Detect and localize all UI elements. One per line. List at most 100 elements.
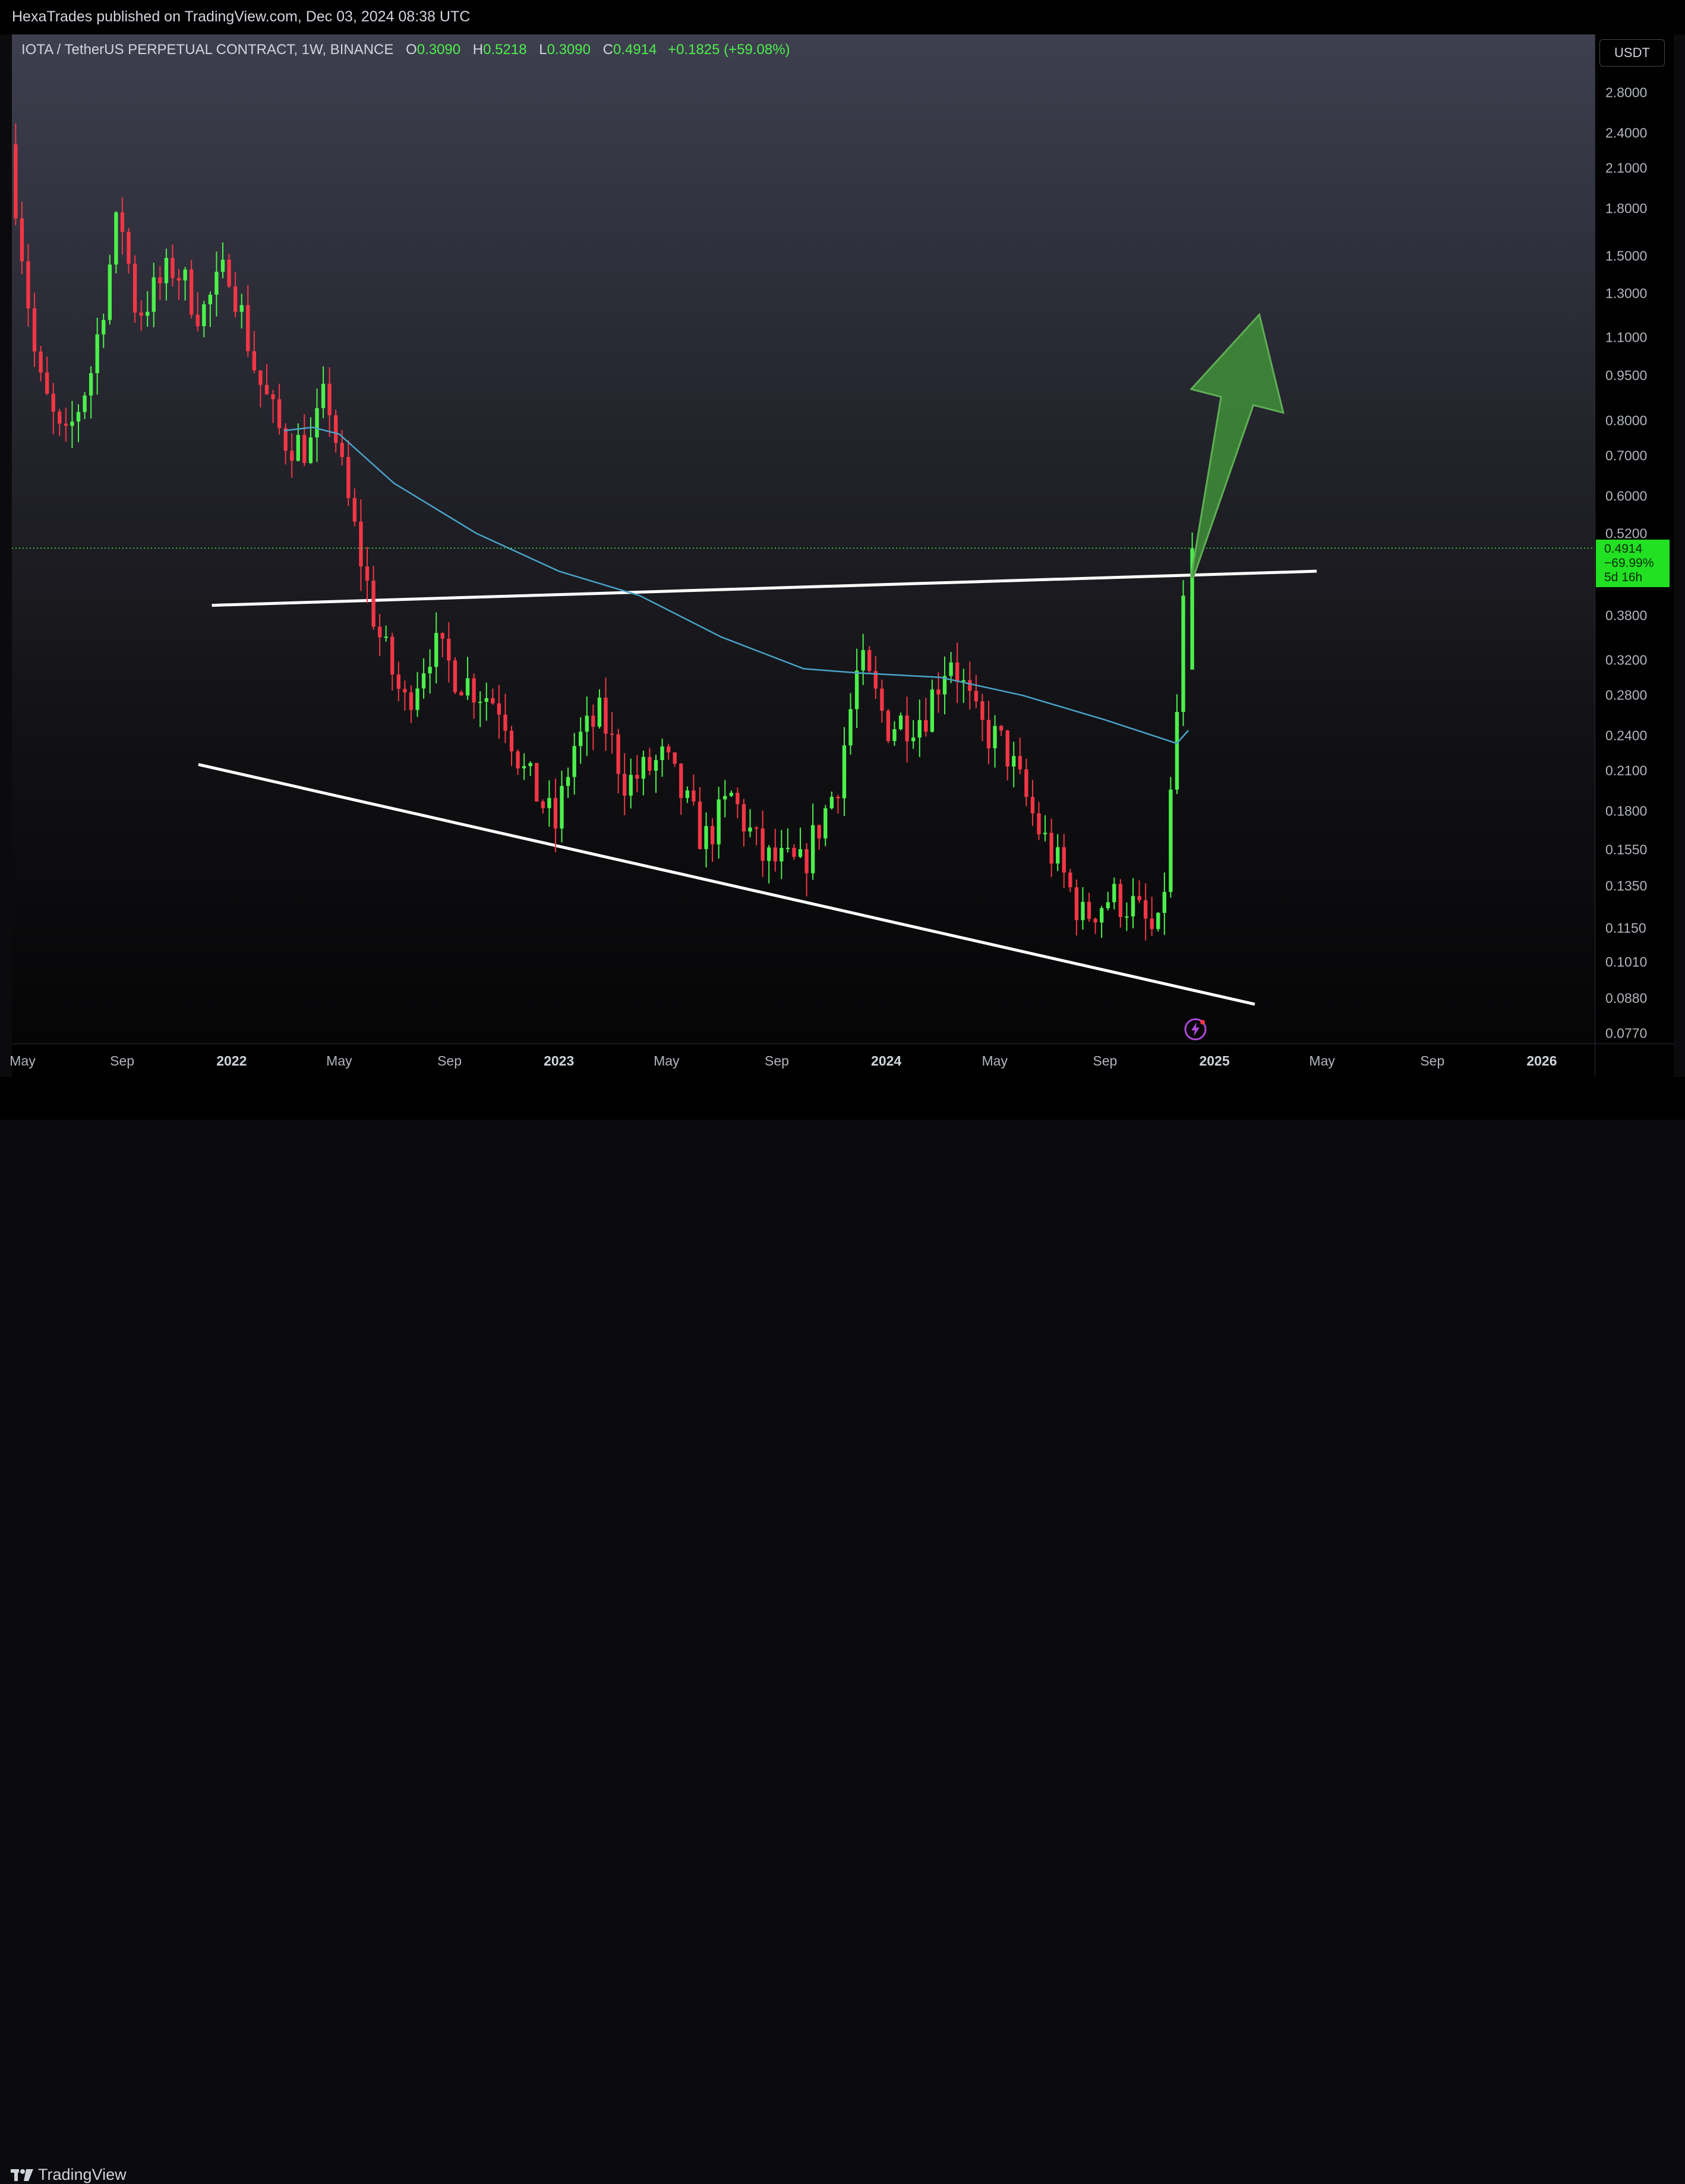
- candle-body: [20, 218, 24, 261]
- candle-body: [836, 796, 840, 799]
- candle-body: [290, 450, 294, 461]
- candle-body: [258, 370, 263, 385]
- candle-body: [566, 777, 570, 786]
- candle-body: [741, 804, 746, 832]
- candle-body: [233, 286, 238, 312]
- time-tick: May: [326, 1053, 352, 1069]
- low-value: 0.3090: [547, 42, 591, 58]
- candle-body: [465, 678, 470, 696]
- time-tick: May: [982, 1053, 1008, 1069]
- candle-body: [264, 385, 269, 395]
- candle-body: [1162, 891, 1166, 913]
- candle-body: [491, 698, 495, 704]
- candle-body: [823, 808, 828, 839]
- candle-body: [453, 660, 457, 692]
- time-tick: Sep: [765, 1053, 789, 1069]
- candle-body: [315, 408, 319, 438]
- candle-body: [1030, 797, 1035, 814]
- candle-body: [591, 716, 595, 727]
- price-chart[interactable]: [12, 34, 1595, 1044]
- candle-body: [604, 697, 608, 734]
- currency-button[interactable]: USDT: [1599, 39, 1665, 67]
- candle-body: [936, 689, 941, 695]
- candle-body: [39, 351, 43, 373]
- candle-body: [371, 581, 376, 627]
- tradingview-logo-icon: [11, 2169, 33, 2181]
- candle-body: [171, 257, 175, 278]
- candle-body: [283, 428, 288, 451]
- candle-body: [736, 792, 740, 805]
- candle-body: [767, 847, 771, 861]
- lightning-bolt-icon[interactable]: [1184, 1017, 1207, 1041]
- candle-body: [848, 709, 853, 746]
- tradingview-brand[interactable]: TradingView: [11, 2166, 127, 2184]
- price-tick: 0.6000: [1605, 488, 1648, 503]
- candle-body: [89, 373, 93, 396]
- time-scale[interactable]: [12, 1044, 1595, 1077]
- candle-body: [585, 716, 589, 732]
- candle-body: [64, 423, 68, 426]
- chart-area[interactable]: IOTA / TetherUS PERPETUAL CONTRACT, 1W, …: [12, 34, 1595, 1044]
- candle-body: [698, 801, 702, 849]
- price-tick: 1.1000: [1605, 329, 1648, 345]
- candle-body: [390, 636, 395, 675]
- candle-body: [440, 633, 444, 639]
- candle-body: [472, 678, 476, 703]
- candle-body: [1074, 887, 1079, 921]
- candle-body: [867, 650, 872, 672]
- price-tick: 0.3800: [1605, 607, 1648, 623]
- price-tick: 0.3200: [1605, 652, 1648, 668]
- candle-body: [327, 383, 332, 415]
- candle-body: [271, 394, 275, 399]
- candle-body: [214, 272, 219, 295]
- high-label: H: [472, 42, 484, 58]
- candle-body: [842, 745, 847, 799]
- price-tick: 0.9500: [1605, 367, 1648, 383]
- symbol-legend[interactable]: IOTA / TetherUS PERPETUAL CONTRACT, 1W, …: [21, 42, 790, 58]
- candle-body: [183, 269, 187, 281]
- candle-body: [132, 263, 137, 313]
- candle-body: [692, 790, 696, 802]
- candle-body: [949, 662, 953, 676]
- symbol-name[interactable]: IOTA / TetherUS PERPETUAL CONTRACT, 1W, …: [21, 42, 393, 58]
- candle-body: [434, 633, 438, 667]
- candle-body: [993, 726, 997, 749]
- candle-body: [120, 212, 125, 232]
- candle-body: [127, 232, 131, 264]
- candle-body: [955, 662, 960, 682]
- current-price-label: 0.4914 −69.99% 5d 16h: [1596, 540, 1670, 588]
- price-tick: 1.3000: [1605, 285, 1648, 301]
- candle-body: [761, 828, 765, 861]
- candle-body: [246, 305, 250, 351]
- candle-body: [95, 334, 99, 373]
- candle-body: [409, 692, 414, 710]
- footer: TradingView: [0, 1077, 1685, 2183]
- candle-body: [804, 849, 809, 874]
- price-tick: 0.8000: [1605, 412, 1648, 428]
- candle-body: [754, 827, 759, 829]
- open-label: O: [406, 42, 417, 58]
- candle-body: [704, 825, 708, 849]
- moving-average-line: [284, 426, 1189, 745]
- candle-body: [208, 294, 213, 305]
- candle-body: [898, 715, 903, 730]
- candle-body: [396, 674, 401, 689]
- brand-name: TradingView: [38, 2166, 127, 2183]
- candle-body: [83, 395, 87, 412]
- candle-body: [666, 746, 671, 753]
- candle-body: [346, 457, 351, 499]
- candle-body: [108, 264, 112, 320]
- candle-body: [522, 766, 526, 768]
- candle-body: [377, 626, 382, 638]
- candle-body: [220, 259, 225, 272]
- candle-body: [334, 415, 338, 443]
- candle-body: [114, 212, 118, 265]
- candle-body: [930, 689, 935, 732]
- candle-body: [773, 847, 777, 862]
- price-tick: 2.8000: [1605, 84, 1648, 100]
- candle-body: [45, 372, 49, 394]
- candle-body: [14, 144, 18, 219]
- candle-body: [1143, 900, 1148, 919]
- candle-body: [384, 636, 388, 638]
- candle-body: [51, 393, 55, 412]
